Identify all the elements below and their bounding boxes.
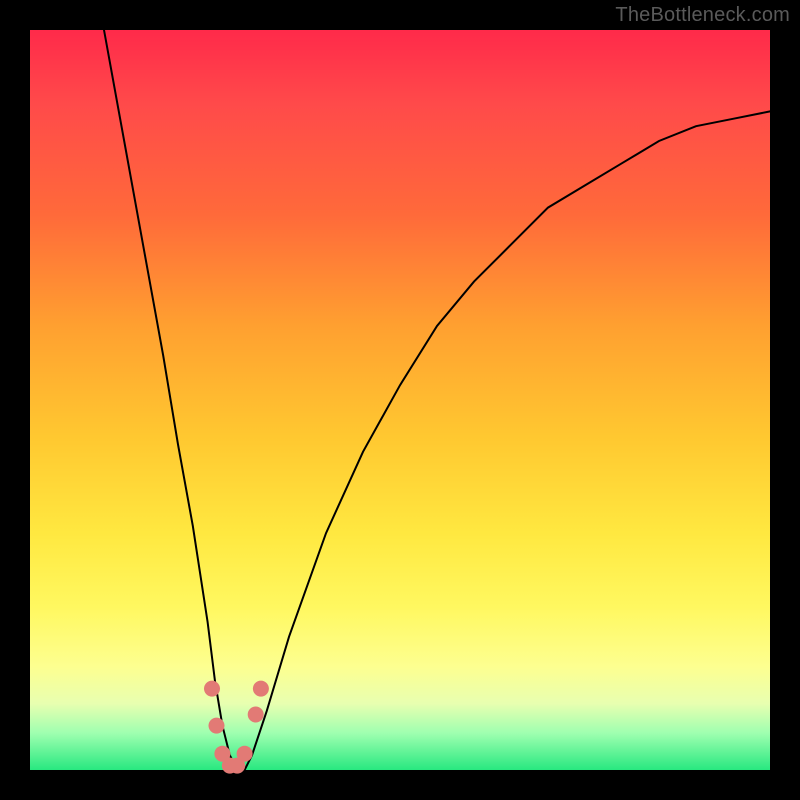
plot-area [30, 30, 770, 770]
valley-marker [237, 746, 253, 762]
curve-svg [30, 30, 770, 770]
valley-marker [204, 681, 220, 697]
valley-marker [248, 707, 264, 723]
valley-marker [253, 681, 269, 697]
valley-markers [204, 681, 269, 774]
bottleneck-curve [104, 30, 770, 770]
chart-frame: TheBottleneck.com [0, 0, 800, 800]
valley-marker [209, 718, 225, 734]
watermark-text: TheBottleneck.com [615, 4, 790, 27]
